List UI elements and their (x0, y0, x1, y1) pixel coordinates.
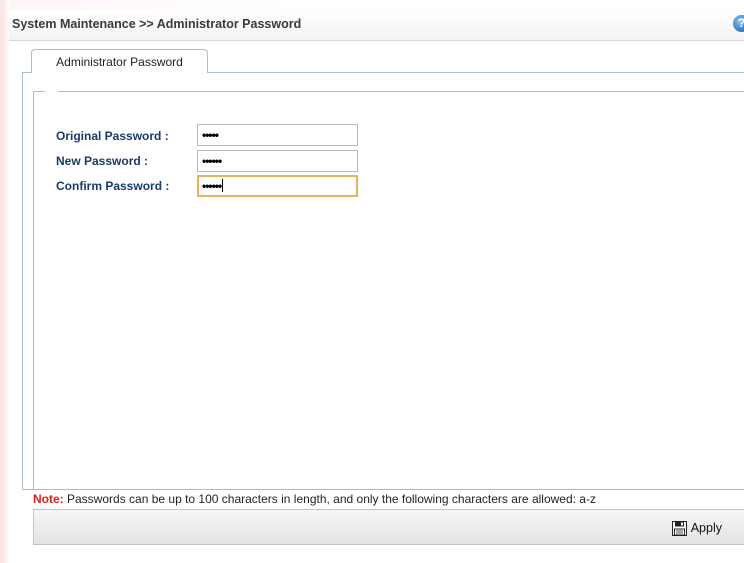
help-icon[interactable]: ? (733, 15, 744, 32)
text-caret (222, 179, 224, 193)
footer-bar: Apply (33, 509, 744, 545)
left-sidebar-edge (0, 0, 9, 563)
frame-gap (45, 90, 58, 94)
note-body: Passwords can be up to 100 characters in… (63, 492, 596, 506)
apply-button[interactable]: Apply (671, 519, 722, 537)
page-title: System Maintenance >> Administrator Pass… (12, 17, 302, 31)
note-text: Note: Passwords can be up to 100 charact… (33, 492, 744, 506)
tab-administrator-password[interactable]: Administrator Password (31, 49, 208, 73)
page-header: System Maintenance >> Administrator Pass… (9, 10, 744, 41)
apply-label: Apply (690, 521, 722, 535)
confirm-password-value: •••••• (202, 179, 222, 193)
confirm-password-label: Confirm Password : (56, 179, 170, 193)
form-frame (33, 90, 744, 490)
new-password-input[interactable]: •••••• (197, 150, 358, 172)
top-glow (0, 0, 744, 10)
new-password-value: •••••• (202, 154, 222, 168)
save-icon (671, 520, 687, 536)
original-password-value: ••••• (202, 128, 219, 142)
confirm-password-input[interactable]: •••••• (197, 175, 358, 197)
note-label: Note: (33, 492, 64, 506)
original-password-input[interactable]: ••••• (197, 124, 358, 146)
new-password-label: New Password : (56, 154, 149, 168)
tab-label: Administrator Password (56, 55, 183, 69)
original-password-label: Original Password : (56, 129, 169, 143)
